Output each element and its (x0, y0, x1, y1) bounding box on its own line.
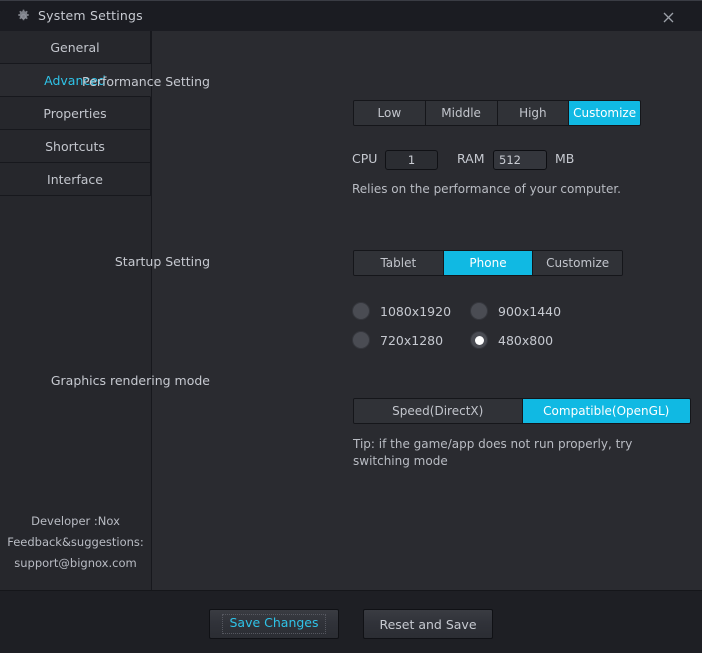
cpu-input[interactable] (385, 150, 438, 170)
performance-hint: Relies on the performance of your comput… (352, 182, 621, 196)
feedback-text: Feedback&suggestions: (7, 535, 144, 549)
resolution-label: 720x1280 (380, 332, 444, 348)
startup-setting-label: Startup Setting (114, 254, 210, 269)
graphics-segmented-control: Speed(DirectX) Compatible(OpenGL) (353, 398, 691, 424)
sidebar: General Advanced Properties Shortcuts In… (0, 31, 152, 590)
performance-setting-label: Performance Setting (82, 74, 210, 89)
graphics-hint: Tip: if the game/app does not run proper… (353, 436, 632, 470)
radio-icon (352, 302, 370, 320)
graphics-mode-label: Graphics rendering mode (50, 373, 210, 388)
resolution-option-900x1440[interactable]: 900x1440 (470, 302, 561, 320)
ram-label: RAM (457, 151, 485, 166)
sidebar-footer: Developer :Nox Feedback&suggestions: sup… (0, 511, 151, 574)
reset-and-save-button[interactable]: Reset and Save (363, 609, 493, 639)
ram-unit-label: MB (555, 151, 575, 166)
close-icon[interactable] (655, 6, 681, 28)
sidebar-item-shortcuts[interactable]: Shortcuts (0, 130, 151, 163)
resolution-option-480x800[interactable]: 480x800 (470, 331, 553, 349)
graphics-hint-line1: Tip: if the game/app does not run proper… (353, 437, 633, 451)
radio-icon (470, 302, 488, 320)
radio-icon-selected (470, 331, 488, 349)
save-changes-label: Save Changes (222, 614, 326, 634)
startup-option-tablet[interactable]: Tablet (354, 251, 444, 275)
performance-segmented-control: Low Middle High Customize (353, 100, 641, 126)
save-changes-button[interactable]: Save Changes (209, 609, 339, 639)
resolution-option-720x1280[interactable]: 720x1280 (352, 331, 443, 349)
cpu-label: CPU (352, 151, 378, 166)
sidebar-item-interface[interactable]: Interface (0, 163, 151, 196)
graphics-option-directx[interactable]: Speed(DirectX) (354, 399, 523, 423)
reset-and-save-label: Reset and Save (379, 616, 477, 632)
developer-text: Developer :Nox (31, 514, 120, 528)
sidebar-item-general[interactable]: General (0, 31, 151, 64)
window-title: System Settings (38, 8, 143, 23)
performance-option-middle[interactable]: Middle (425, 101, 498, 125)
resolution-label: 1080x1920 (380, 303, 452, 319)
title-bar: System Settings (0, 0, 702, 32)
radio-icon (352, 331, 370, 349)
support-email: support@bignox.com (14, 556, 137, 570)
resolution-label: 480x800 (498, 332, 554, 348)
performance-option-customize[interactable]: Customize (569, 101, 640, 125)
sidebar-nav: General Advanced Properties Shortcuts In… (0, 31, 151, 196)
performance-option-low[interactable]: Low (354, 101, 426, 125)
graphics-hint-line2: switching mode (353, 454, 448, 468)
sidebar-item-properties[interactable]: Properties (0, 97, 151, 130)
resolution-option-1080x1920[interactable]: 1080x1920 (352, 302, 451, 320)
startup-segmented-control: Tablet Phone Customize (353, 250, 623, 276)
settings-content: Performance Setting Low Middle High Cust… (51, 31, 702, 590)
startup-option-phone[interactable]: Phone (443, 251, 534, 275)
resolution-label: 900x1440 (498, 303, 562, 319)
startup-option-customize[interactable]: Customize (533, 251, 622, 275)
ram-input[interactable] (493, 150, 547, 170)
performance-option-high[interactable]: High (497, 101, 570, 125)
footer-bar: Save Changes Reset and Save (0, 590, 702, 653)
gear-icon (16, 9, 31, 24)
system-settings-window: System Settings General Advanced Propert… (0, 0, 702, 653)
graphics-option-opengl[interactable]: Compatible(OpenGL) (522, 399, 690, 423)
